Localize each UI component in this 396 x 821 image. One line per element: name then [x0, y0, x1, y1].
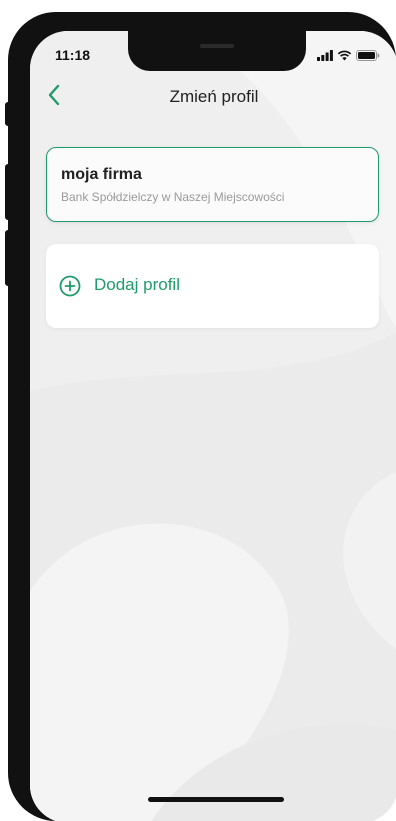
wifi-icon [337, 48, 352, 66]
page: 11:18 Zmień profil moja firma Bank Spółd… [0, 0, 396, 821]
status-time: 11:18 [55, 47, 91, 63]
profile-name: moja firma [61, 166, 142, 183]
add-profile-button[interactable]: Dodaj profil [46, 244, 379, 328]
speaker-grille [200, 44, 234, 48]
battery-icon [356, 48, 380, 66]
device-frame: 11:18 Zmień profil moja firma Bank Spółd… [8, 12, 396, 821]
home-indicator[interactable] [148, 797, 284, 802]
profile-bank-name: Bank Spółdzielczy w Naszej Miejscowości [61, 190, 285, 204]
navigation-bar: Zmień profil [30, 75, 396, 119]
status-icons [317, 48, 380, 66]
signal-icon [317, 48, 333, 66]
plus-circle-icon [59, 275, 81, 297]
notch [128, 31, 306, 71]
profile-card-selected[interactable]: moja firma Bank Spółdzielczy w Naszej Mi… [46, 147, 379, 222]
page-title: Zmień profil [169, 87, 259, 106]
add-profile-label: Dodaj profil [94, 275, 180, 294]
screen: 11:18 Zmień profil moja firma Bank Spółd… [30, 31, 396, 821]
